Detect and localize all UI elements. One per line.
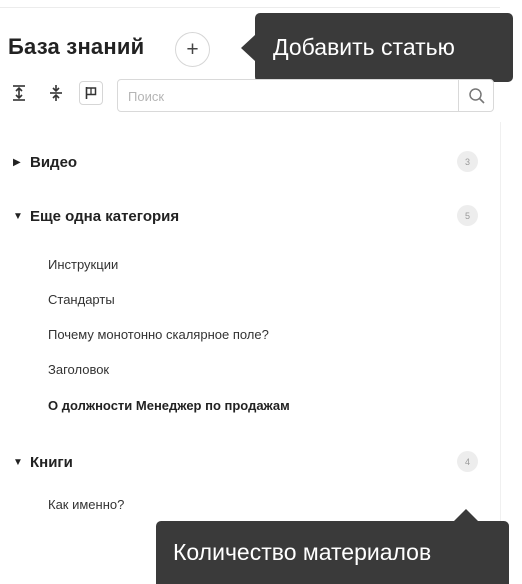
search-icon[interactable] (466, 85, 488, 107)
category-books[interactable]: ▼ Книги 4 (0, 449, 500, 477)
add-article-tooltip-text: Добавить статью (273, 34, 455, 60)
flag-filter-button[interactable] (79, 81, 103, 105)
materials-count-tooltip: Количество материалов (156, 509, 509, 584)
plus-icon: + (186, 37, 199, 61)
article-item[interactable]: Стандарты (48, 292, 115, 307)
add-article-button[interactable]: + (175, 32, 210, 67)
expand-all-button[interactable] (8, 82, 30, 104)
flag-icon (85, 87, 97, 99)
category-label: Еще одна категория (30, 208, 180, 225)
search-divider (458, 80, 459, 111)
caret-down-icon: ▼ (13, 211, 23, 222)
collapse-all-button[interactable] (45, 82, 67, 104)
article-item[interactable]: Заголовок (48, 362, 109, 377)
materials-count-badge: 4 (457, 451, 478, 472)
caret-right-icon: ▶ (13, 157, 21, 168)
article-item[interactable]: Почему монотонно скалярное поле? (48, 327, 269, 342)
materials-count-badge: 3 (457, 151, 478, 172)
search-input[interactable] (128, 87, 448, 105)
article-item-active[interactable]: О должности Менеджер по продажам (48, 398, 290, 413)
article-item[interactable]: Инструкции (48, 257, 118, 272)
category-label: Видео (30, 154, 78, 171)
search-box[interactable] (117, 79, 494, 112)
article-item[interactable]: Как именно? (48, 497, 124, 512)
add-article-tooltip: Добавить статью (241, 13, 513, 82)
top-divider (0, 7, 500, 8)
right-divider (500, 122, 501, 522)
materials-count-tooltip-text: Количество материалов (173, 539, 432, 565)
category-label: Книги (30, 454, 73, 471)
caret-down-icon: ▼ (13, 457, 23, 468)
materials-count-badge: 5 (457, 205, 478, 226)
category-another[interactable]: ▼ Еще одна категория 5 (0, 203, 500, 231)
expand-vertical-icon (13, 85, 25, 101)
category-video[interactable]: ▶ Видео 3 (0, 149, 500, 177)
collapse-vertical-icon (50, 85, 62, 101)
page-title: База знаний (8, 34, 145, 59)
